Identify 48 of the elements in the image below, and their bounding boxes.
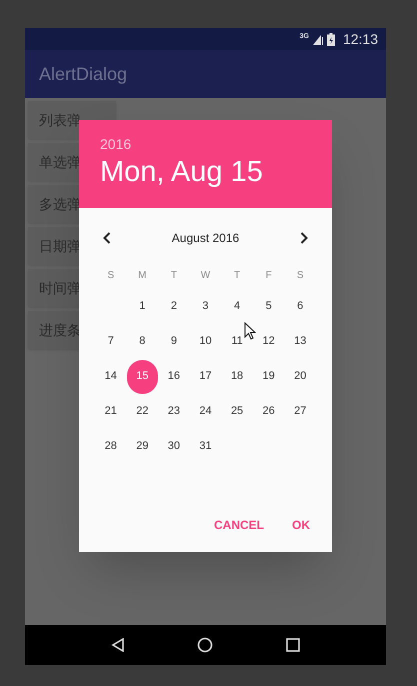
weekday-label: S (296, 269, 305, 283)
weekday-label: M (137, 269, 148, 283)
day-cell[interactable]: 24 (190, 394, 222, 428)
recents-icon[interactable] (286, 638, 300, 652)
weekday-label: T (170, 269, 178, 283)
back-icon[interactable] (111, 638, 126, 652)
day-cell[interactable]: 25 (221, 394, 253, 428)
day-cell[interactable]: 12 (252, 324, 284, 358)
battery-icon (326, 32, 335, 46)
signal-icon (312, 33, 323, 45)
app-title: AlertDialog (39, 62, 128, 86)
home-icon[interactable] (197, 637, 214, 653)
day-cell[interactable]: 26 (252, 394, 284, 428)
clock-time: 12:13 (342, 30, 378, 48)
month-label: August 2016 (172, 230, 240, 247)
day-cell[interactable]: 28 (95, 430, 127, 464)
day-cell[interactable]: 15 (126, 360, 158, 394)
day-cell[interactable]: 13 (284, 324, 316, 358)
day-cell[interactable]: 29 (126, 430, 158, 464)
weekday-label: W (200, 269, 212, 283)
day-cell[interactable]: 27 (284, 394, 316, 428)
day-cell[interactable]: 20 (284, 360, 316, 394)
day-cell[interactable]: 8 (126, 324, 158, 358)
day-cell[interactable]: 5 (252, 290, 284, 324)
day-cell[interactable]: 17 (190, 360, 222, 394)
day-cell[interactable]: 18 (221, 360, 253, 394)
mouse-cursor-icon (244, 322, 256, 340)
day-cell[interactable]: 23 (158, 394, 190, 428)
day-cell[interactable]: 3 (190, 290, 222, 324)
next-month-icon[interactable] (300, 232, 308, 244)
weekday-label: F (264, 269, 273, 283)
day-cell[interactable]: 6 (284, 290, 316, 324)
day-cell[interactable]: 2 (158, 290, 190, 324)
day-cell[interactable]: 9 (158, 324, 190, 358)
day-cell[interactable]: 31 (190, 430, 222, 464)
day-cell[interactable]: 16 (158, 360, 190, 394)
day-cell[interactable]: 1 (126, 290, 158, 324)
day-cell[interactable]: 30 (158, 430, 190, 464)
weekday-label: S (106, 269, 116, 283)
day-cell[interactable]: 21 (95, 394, 127, 428)
day-cell[interactable]: 14 (95, 360, 127, 394)
weekday-label: T (233, 269, 242, 283)
day-cell[interactable]: 19 (252, 360, 284, 394)
day-cell[interactable]: 4 (221, 290, 253, 324)
previous-month-icon[interactable] (103, 232, 111, 244)
day-cell[interactable]: 10 (190, 324, 222, 358)
day-cell[interactable]: 22 (126, 394, 158, 428)
day-cell[interactable]: 11 (221, 324, 253, 358)
